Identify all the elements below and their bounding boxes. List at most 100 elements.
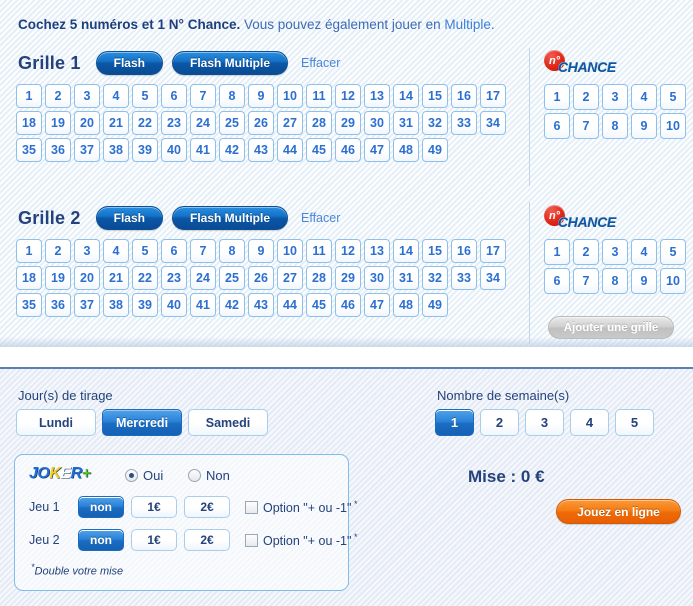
number-cell-45[interactable]: 45 [306,138,332,162]
number-cell-32[interactable]: 32 [422,111,448,135]
chance-cell-3[interactable]: 3 [602,239,628,265]
flash-button-2[interactable]: Flash [95,206,163,230]
number-cell-21[interactable]: 21 [103,266,129,290]
number-cell-24[interactable]: 24 [190,266,216,290]
number-cell-11[interactable]: 11 [306,84,332,108]
number-cell-31[interactable]: 31 [393,266,419,290]
number-cell-37[interactable]: 37 [74,138,100,162]
number-cell-26[interactable]: 26 [248,266,274,290]
chance-cell-9[interactable]: 9 [631,113,657,139]
number-cell-28[interactable]: 28 [306,266,332,290]
chance-cell-2[interactable]: 2 [573,239,599,265]
chance-cell-5[interactable]: 5 [660,84,686,110]
number-cell-48[interactable]: 48 [393,293,419,317]
number-cell-9[interactable]: 9 [248,239,274,263]
joker-amount-2-1eur[interactable]: 1€ [131,529,177,551]
number-cell-7[interactable]: 7 [190,239,216,263]
number-cell-41[interactable]: 41 [190,293,216,317]
number-cell-9[interactable]: 9 [248,84,274,108]
clear-link-1[interactable]: Effacer [301,56,340,70]
draw-day-lundi[interactable]: Lundi [16,409,96,436]
chance-cell-4[interactable]: 4 [631,84,657,110]
play-online-button[interactable]: Jouez en ligne [556,499,681,524]
chance-cell-10[interactable]: 10 [660,268,686,294]
weeks-option-4[interactable]: 4 [570,409,609,436]
number-cell-4[interactable]: 4 [103,239,129,263]
number-cell-8[interactable]: 8 [219,84,245,108]
number-cell-2[interactable]: 2 [45,239,71,263]
joker-amount-1-1eur[interactable]: 1€ [131,496,177,518]
number-cell-34[interactable]: 34 [480,266,506,290]
number-cell-17[interactable]: 17 [480,239,506,263]
number-cell-43[interactable]: 43 [248,138,274,162]
number-cell-15[interactable]: 15 [422,84,448,108]
joker-amount-2-2eur[interactable]: 2€ [184,529,230,551]
number-cell-24[interactable]: 24 [190,111,216,135]
number-cell-35[interactable]: 35 [16,293,42,317]
number-cell-7[interactable]: 7 [190,84,216,108]
chance-cell-6[interactable]: 6 [544,268,570,294]
number-cell-1[interactable]: 1 [16,239,42,263]
number-cell-38[interactable]: 38 [103,293,129,317]
number-cell-41[interactable]: 41 [190,138,216,162]
number-cell-21[interactable]: 21 [103,111,129,135]
number-cell-10[interactable]: 10 [277,239,303,263]
number-cell-15[interactable]: 15 [422,239,448,263]
chance-cell-9[interactable]: 9 [631,268,657,294]
draw-day-samedi[interactable]: Samedi [188,409,268,436]
number-cell-36[interactable]: 36 [45,293,71,317]
joker-amount-1-non[interactable]: non [78,496,124,518]
chance-cell-6[interactable]: 6 [544,113,570,139]
clear-link-2[interactable]: Effacer [301,211,340,225]
joker-amount-2-non[interactable]: non [78,529,124,551]
number-cell-20[interactable]: 20 [74,266,100,290]
number-cell-6[interactable]: 6 [161,239,187,263]
number-cell-14[interactable]: 14 [393,239,419,263]
number-cell-4[interactable]: 4 [103,84,129,108]
number-cell-49[interactable]: 49 [422,293,448,317]
chance-cell-4[interactable]: 4 [631,239,657,265]
number-cell-20[interactable]: 20 [74,111,100,135]
number-cell-32[interactable]: 32 [422,266,448,290]
number-cell-34[interactable]: 34 [480,111,506,135]
number-cell-6[interactable]: 6 [161,84,187,108]
chance-cell-7[interactable]: 7 [573,268,599,294]
number-cell-25[interactable]: 25 [219,111,245,135]
multiple-link[interactable]: Multiple [444,17,491,32]
number-cell-3[interactable]: 3 [74,84,100,108]
number-cell-45[interactable]: 45 [306,293,332,317]
number-cell-30[interactable]: 30 [364,111,390,135]
number-cell-23[interactable]: 23 [161,266,187,290]
number-cell-19[interactable]: 19 [45,111,71,135]
number-cell-18[interactable]: 18 [16,266,42,290]
number-cell-26[interactable]: 26 [248,111,274,135]
number-cell-27[interactable]: 27 [277,111,303,135]
number-cell-5[interactable]: 5 [132,84,158,108]
number-cell-47[interactable]: 47 [364,138,390,162]
chance-cell-10[interactable]: 10 [660,113,686,139]
number-cell-3[interactable]: 3 [74,239,100,263]
number-cell-37[interactable]: 37 [74,293,100,317]
number-cell-1[interactable]: 1 [16,84,42,108]
chance-cell-7[interactable]: 7 [573,113,599,139]
number-cell-40[interactable]: 40 [161,293,187,317]
chance-cell-1[interactable]: 1 [544,84,570,110]
number-cell-39[interactable]: 39 [132,293,158,317]
number-cell-46[interactable]: 46 [335,293,361,317]
number-cell-39[interactable]: 39 [132,138,158,162]
weeks-option-1[interactable]: 1 [435,409,474,436]
number-cell-31[interactable]: 31 [393,111,419,135]
number-cell-42[interactable]: 42 [219,138,245,162]
flash-button-1[interactable]: Flash [95,51,163,75]
joker-radio-no[interactable]: Non [188,468,230,483]
number-cell-22[interactable]: 22 [132,111,158,135]
weeks-option-3[interactable]: 3 [525,409,564,436]
chance-cell-2[interactable]: 2 [573,84,599,110]
chance-cell-3[interactable]: 3 [602,84,628,110]
number-cell-48[interactable]: 48 [393,138,419,162]
flash-multiple-button-2[interactable]: Flash Multiple [171,206,288,230]
number-cell-38[interactable]: 38 [103,138,129,162]
chance-cell-8[interactable]: 8 [602,268,628,294]
number-cell-13[interactable]: 13 [364,84,390,108]
number-cell-46[interactable]: 46 [335,138,361,162]
